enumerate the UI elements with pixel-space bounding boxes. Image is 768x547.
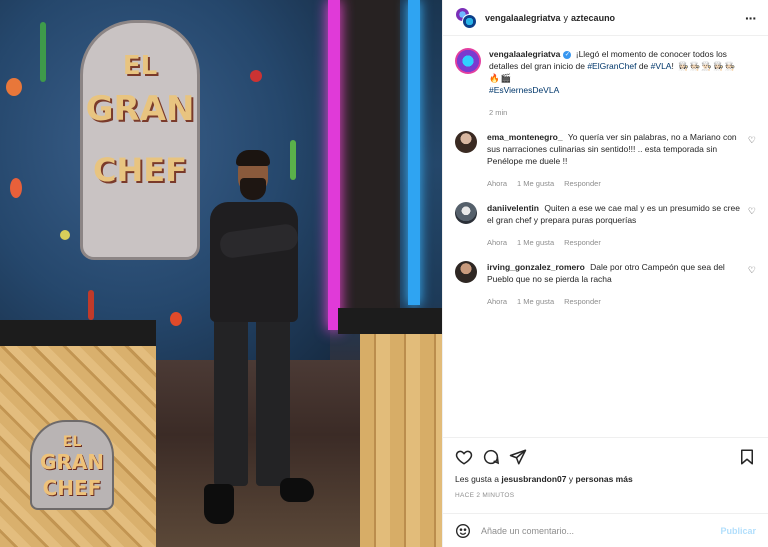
heart-icon[interactable] xyxy=(455,448,473,466)
corner-logo-line1: EL xyxy=(62,434,82,450)
likes-connector: y xyxy=(568,474,574,484)
comment-item: daniivelentin Quiten a ese we cae mal y … xyxy=(455,202,756,247)
more-options-icon[interactable]: ··· xyxy=(745,10,757,26)
food-illustration xyxy=(170,312,182,326)
bookmark-icon[interactable] xyxy=(738,448,756,466)
comments-list[interactable]: vengalaalegriatva ✓ ¡Llegó el momento de … xyxy=(443,36,768,437)
set-logo-line2: GRAN xyxy=(85,89,195,129)
collab-avatars[interactable] xyxy=(455,6,477,29)
avatar[interactable] xyxy=(455,261,477,283)
comment-likes-count[interactable]: 1 Me gusta xyxy=(517,179,554,188)
heart-icon[interactable]: ♡ xyxy=(748,265,756,276)
comment-time: Ahora xyxy=(487,179,508,188)
send-icon[interactable] xyxy=(509,448,527,466)
food-illustration xyxy=(10,178,22,198)
post-side-panel: vengalaalegriatva y aztecauno ··· vengal… xyxy=(442,0,768,547)
kitchen-counter-top xyxy=(0,320,156,346)
header-connector: y xyxy=(563,12,569,23)
reply-button[interactable]: Responder xyxy=(564,297,601,306)
hashtag-link[interactable]: #EsViernesDeVLA xyxy=(489,85,559,95)
food-illustration xyxy=(60,230,70,240)
caption-connector: de xyxy=(638,61,649,71)
heart-icon[interactable]: ♡ xyxy=(748,206,756,217)
avatar[interactable] xyxy=(455,131,477,153)
caption-username[interactable]: vengalaalegriatva xyxy=(489,49,560,59)
set-logo-line1: EL xyxy=(122,51,158,81)
corner-logo-line3: CHEF xyxy=(42,476,102,500)
post-header: vengalaalegriatva y aztecauno ··· xyxy=(443,0,768,36)
comment-item: ema_montenegro_ Yo quería ver sin palabr… xyxy=(455,131,756,188)
neon-light-pink xyxy=(328,0,340,330)
comment-likes-count[interactable]: 1 Me gusta xyxy=(517,238,554,247)
corner-show-logo: EL GRAN CHEF xyxy=(30,420,114,510)
chef-pants xyxy=(256,318,290,486)
comment-time: Ahora xyxy=(487,297,508,306)
caption-time: 2 min xyxy=(489,108,508,117)
corner-logo-line2: GRAN xyxy=(39,450,105,474)
reply-button[interactable]: Responder xyxy=(564,238,601,247)
avatar[interactable] xyxy=(455,48,481,74)
comment-username[interactable]: ema_montenegro_ xyxy=(487,132,563,142)
chef-beard xyxy=(240,178,266,200)
hashtag-link[interactable]: #ElGranChef xyxy=(587,61,636,71)
comment-username[interactable]: irving_gonzalez_romero xyxy=(487,262,585,272)
likes-prefix: Les gusta a xyxy=(455,474,499,484)
header-coauthor[interactable]: aztecauno xyxy=(571,13,615,23)
chef-shoe xyxy=(204,484,234,524)
chef-pants xyxy=(214,318,248,486)
chef-hair xyxy=(236,150,270,166)
comment-likes-count[interactable]: 1 Me gusta xyxy=(517,297,554,306)
post-timestamp: HACE 2 MINUTOS xyxy=(455,492,515,499)
publish-button[interactable]: Publicar xyxy=(720,526,756,536)
avatar xyxy=(462,13,477,29)
food-illustration xyxy=(6,78,22,96)
reply-button[interactable]: Responder xyxy=(564,179,601,188)
comment-input[interactable] xyxy=(481,525,721,536)
verified-badge-icon: ✓ xyxy=(563,50,572,59)
emoji-icon[interactable] xyxy=(455,523,471,539)
post-photo[interactable]: EL GRAN CHEF EL GRAN CHEF xyxy=(0,0,442,547)
chef-shoe xyxy=(280,478,314,502)
food-illustration xyxy=(40,22,46,82)
neon-light-blue xyxy=(408,0,420,305)
set-logo-line3: CHEF xyxy=(93,151,187,189)
chef-figure xyxy=(200,150,314,540)
comment-time: Ahora xyxy=(487,238,508,247)
liker-username[interactable]: jesusbrandon07 xyxy=(501,474,566,484)
food-illustration xyxy=(88,290,94,320)
comment-item: irving_gonzalez_romero Dale por otro Cam… xyxy=(455,261,756,306)
kitchen-counter-top xyxy=(338,308,442,334)
comment-username[interactable]: daniivelentin xyxy=(487,203,539,213)
likes-summary: Les gusta a jesusbrandon07 y personas má… xyxy=(455,474,756,484)
avatar[interactable] xyxy=(455,202,477,224)
chef-jacket xyxy=(210,202,298,322)
food-illustration xyxy=(250,70,262,82)
comment-bubble-icon[interactable] xyxy=(482,448,500,466)
header-username[interactable]: vengalaalegriatva xyxy=(485,13,561,23)
caption: vengalaalegriatva ✓ ¡Llegó el momento de … xyxy=(455,48,756,117)
studio-pillar xyxy=(340,0,400,330)
add-comment-bar: Publicar xyxy=(443,513,768,547)
set-logo-chef-hat: EL GRAN CHEF xyxy=(80,20,200,260)
likes-others-link[interactable]: personas más xyxy=(576,474,633,484)
heart-icon[interactable]: ♡ xyxy=(748,135,756,146)
kitchen-counter-wood xyxy=(360,334,442,547)
post-actions: Les gusta a jesusbrandon07 y personas má… xyxy=(443,437,768,503)
hashtag-link[interactable]: #VLA xyxy=(651,61,672,71)
post-dialog: EL GRAN CHEF EL GRAN CHEF vengalaalegria… xyxy=(0,0,768,547)
